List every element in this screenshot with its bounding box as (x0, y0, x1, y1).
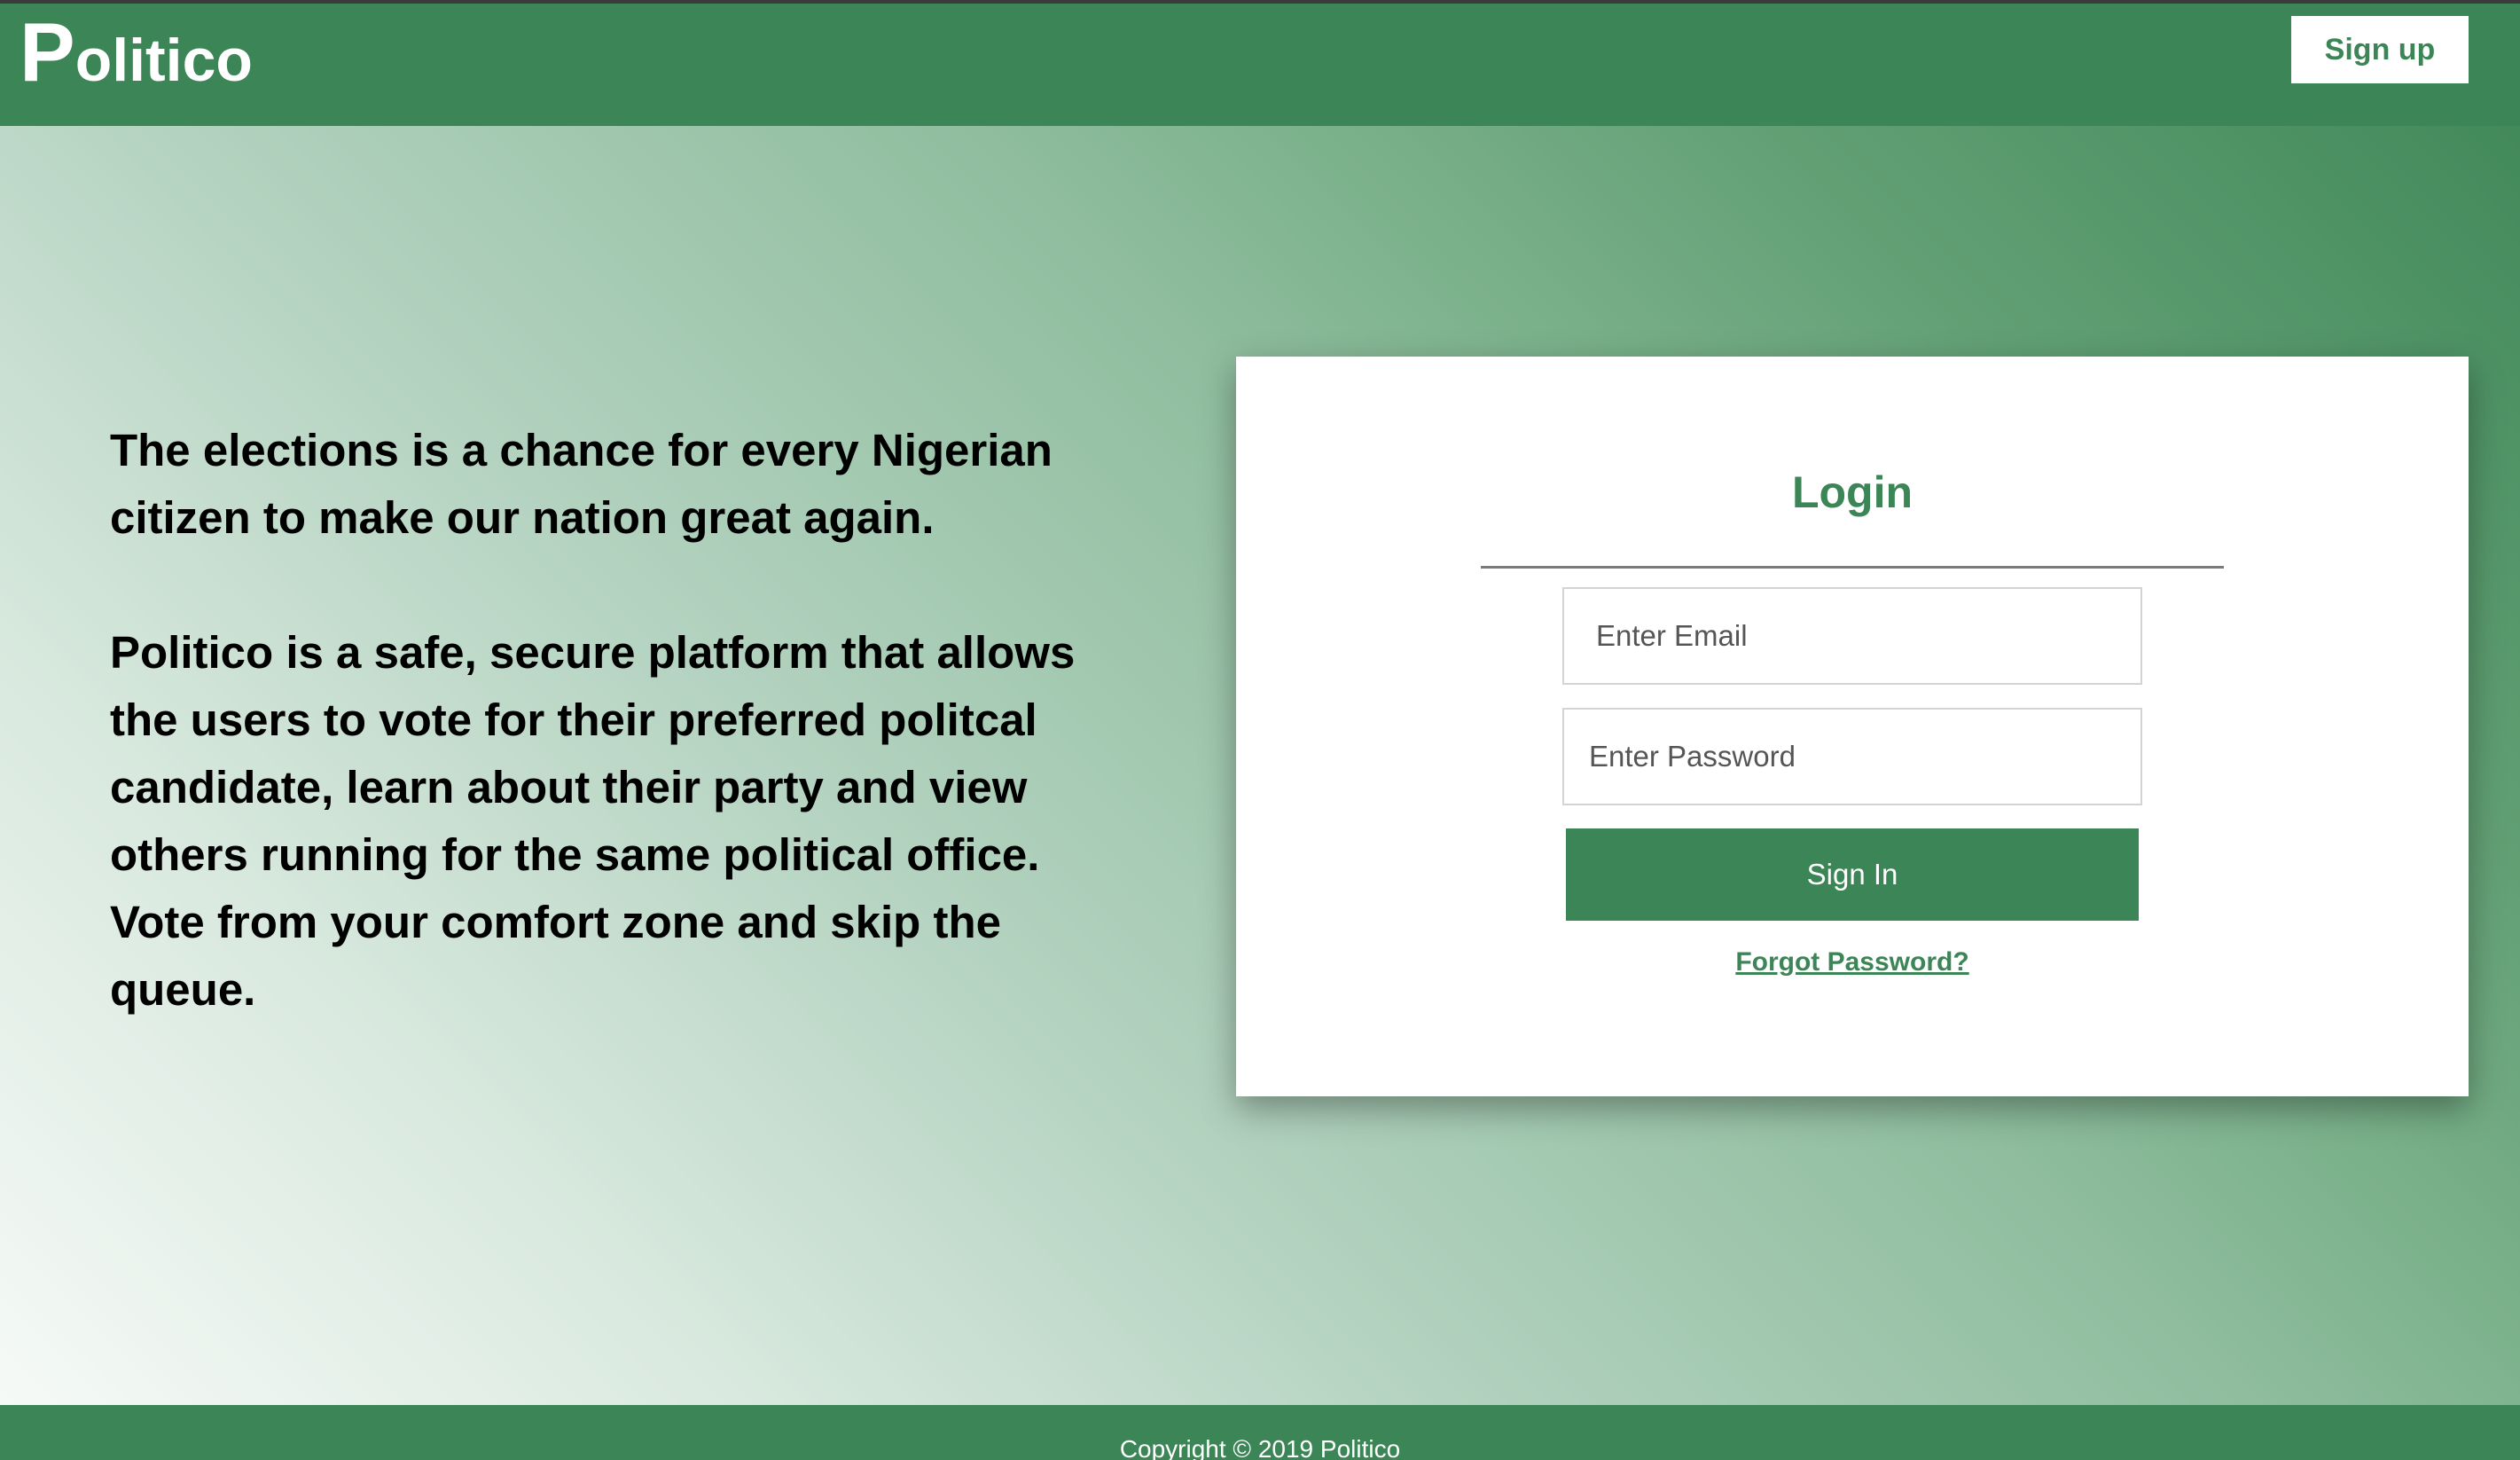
login-page: Politico Sign up The elections is a chan… (0, 0, 2520, 1460)
password-field[interactable] (1562, 708, 2142, 805)
forgot-password-link[interactable]: Forgot Password? (1236, 949, 2469, 976)
logo-initial: P (20, 5, 75, 98)
signup-button[interactable]: Sign up (2291, 16, 2469, 83)
brand-logo[interactable]: Politico (20, 11, 253, 94)
login-card: Login Sign In Forgot Password? (1236, 357, 2469, 1096)
login-title: Login (1791, 467, 1913, 517)
email-field[interactable] (1562, 587, 2142, 685)
intro-paragraph-platform: Politico is a safe, secure platform that… (110, 627, 1076, 1015)
login-divider (1481, 566, 2224, 569)
logo-text: olitico (74, 27, 253, 94)
signin-button[interactable]: Sign In (1566, 828, 2139, 921)
site-footer: Copyright © 2019 Politico (0, 1405, 2520, 1460)
copyright-text: Copyright © 2019 Politico (1119, 1435, 1401, 1460)
intro-section: The elections is a chance for every Nige… (110, 417, 1094, 1024)
site-header: Politico Sign up (0, 4, 2520, 126)
intro-paragraph-elections: The elections is a chance for every Nige… (110, 425, 1053, 543)
